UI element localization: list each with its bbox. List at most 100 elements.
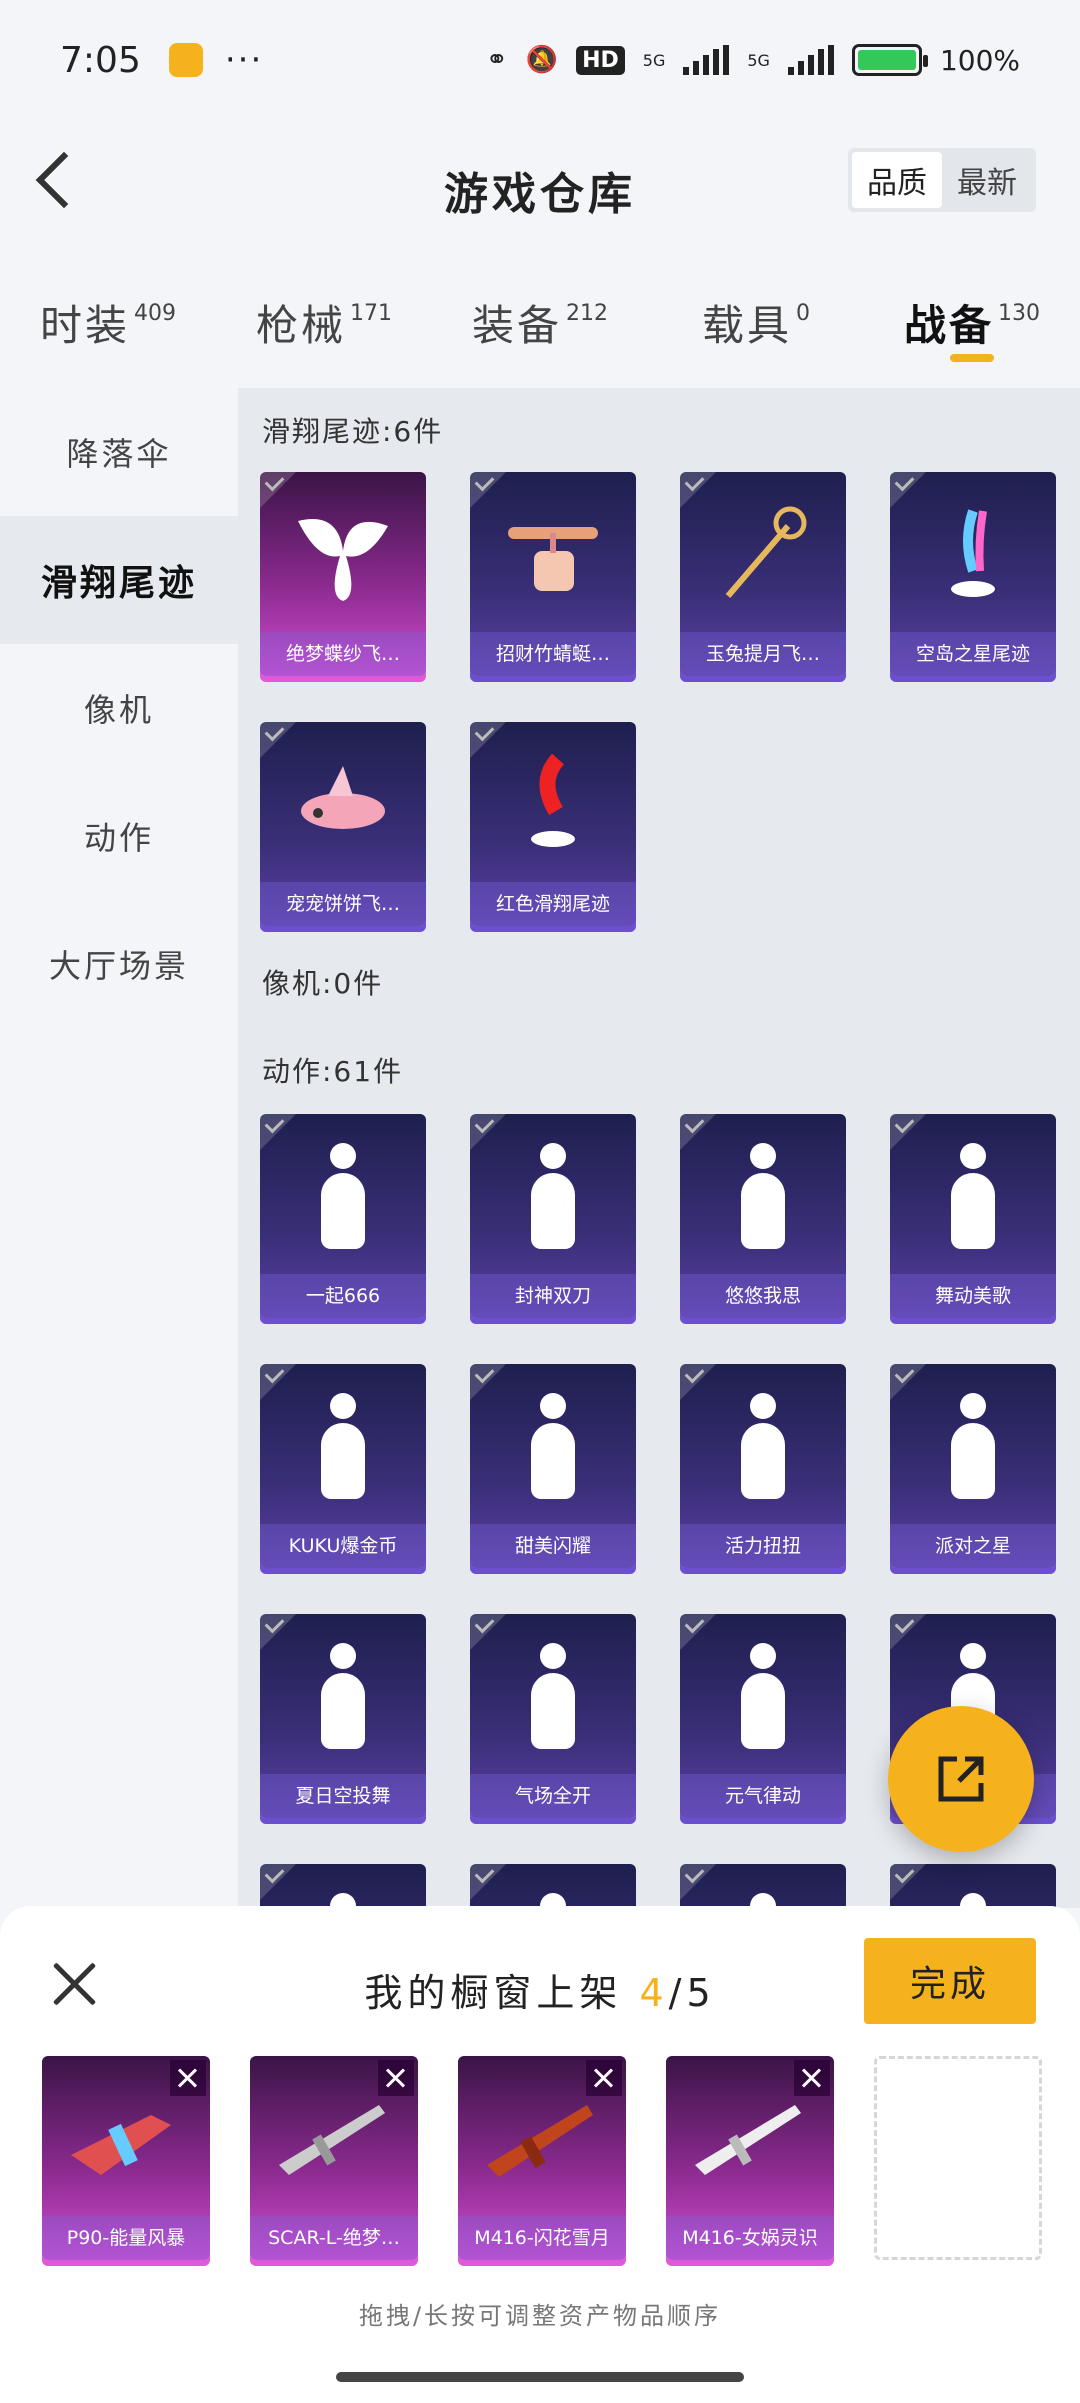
item-card[interactable]: 一起666	[260, 1114, 426, 1318]
home-indicator[interactable]	[336, 2372, 744, 2382]
item-name: 绝梦蝶纱飞…	[260, 632, 426, 676]
page-header: 游戏仓库 品质 最新	[0, 120, 1080, 240]
shelf-item[interactable]: P90-能量风暴	[42, 2056, 210, 2260]
hd-voice-icon: HD	[576, 45, 625, 75]
signal-icon-2	[787, 45, 834, 75]
item-card[interactable]: 空岛之星尾迹	[890, 472, 1056, 676]
item-card[interactable]: 悠悠我思	[680, 1114, 846, 1318]
item-card[interactable]: 玉兔提月飞…	[680, 472, 846, 676]
item-card[interactable]	[470, 1864, 636, 1908]
dancer-icon	[890, 1878, 1056, 1908]
sidebar-item-parachute[interactable]: 降落伞	[0, 388, 238, 516]
tab-guns[interactable]: 枪械 171	[216, 262, 432, 372]
item-list[interactable]: 滑翔尾迹:6件 绝梦蝶纱飞… 招财竹蜻蜓… 玉兔提月飞… 空岛之星尾迹 宠宠饼饼…	[238, 388, 1080, 1908]
tab-count: 409	[134, 301, 176, 326]
moon-staff-icon	[680, 486, 846, 626]
item-card[interactable]: KUKU爆金币	[260, 1364, 426, 1568]
dancer-icon	[260, 1128, 426, 1268]
battery-icon	[851, 44, 928, 76]
sidebar-item-actions[interactable]: 动作	[0, 772, 238, 900]
item-name: 活力扭扭	[680, 1524, 846, 1568]
item-card[interactable]: 活力扭扭	[680, 1364, 846, 1568]
sidebar-item-glide-trail[interactable]: 滑翔尾迹	[0, 516, 238, 644]
wings-icon	[260, 486, 426, 626]
remove-icon[interactable]	[794, 2060, 830, 2096]
sidebar-item-camera[interactable]: 像机	[0, 644, 238, 772]
item-card[interactable]: 宠宠饼饼飞…	[260, 722, 426, 926]
item-card[interactable]	[680, 1864, 846, 1908]
share-floating-button[interactable]	[888, 1706, 1034, 1852]
tab-equipment[interactable]: 装备 212	[432, 262, 648, 372]
item-name: 舞动美歌	[890, 1274, 1056, 1318]
dancer-icon	[470, 1628, 636, 1768]
sort-switch[interactable]: 品质 最新	[848, 148, 1036, 212]
remove-icon[interactable]	[586, 2060, 622, 2096]
sort-option-quality[interactable]: 品质	[852, 152, 942, 208]
showcase-total: /5	[668, 1971, 716, 2015]
notification-app-icon	[168, 43, 203, 77]
item-card[interactable]	[260, 1864, 426, 1908]
status-time: 7:05	[60, 39, 141, 81]
item-name: 玉兔提月飞…	[680, 632, 846, 676]
item-card[interactable]: 派对之星	[890, 1364, 1056, 1568]
item-name: 封神双刀	[470, 1274, 636, 1318]
sort-option-latest[interactable]: 最新	[942, 152, 1032, 208]
tab-battle-prep[interactable]: 战备 130	[864, 262, 1080, 372]
silent-icon: 🔕	[525, 45, 559, 75]
item-name: 元气律动	[680, 1774, 846, 1818]
showcase-title-text: 我的橱窗上架	[364, 1971, 640, 2015]
item-name: M416-闪花雪月	[458, 2216, 626, 2260]
item-card[interactable]: 甜美闪耀	[470, 1364, 636, 1568]
reorder-hint: 拖拽/长按可调整资产物品顺序	[358, 2302, 722, 2330]
tab-count: 0	[796, 301, 810, 326]
item-name: 红色滑翔尾迹	[470, 882, 636, 926]
tab-label: 装备	[471, 301, 562, 350]
empty-shelf-slot[interactable]	[874, 2056, 1042, 2260]
item-card[interactable]: 绝梦蝶纱飞…	[260, 472, 426, 676]
section-title-camera: 像机:0件	[262, 967, 384, 1000]
sidebar-item-lobby-scene[interactable]: 大厅场景	[0, 900, 238, 1028]
item-name: 夏日空投舞	[260, 1774, 426, 1818]
link-icon: ⚭	[485, 45, 508, 75]
item-name: P90-能量风暴	[42, 2216, 210, 2260]
tab-fashion[interactable]: 时装 409	[0, 262, 216, 372]
sidebar: 降落伞 滑翔尾迹 像机 动作 大厅场景	[0, 388, 238, 1908]
done-button[interactable]: 完成	[864, 1938, 1036, 2024]
tab-vehicles[interactable]: 载具 0	[648, 262, 864, 372]
tab-label: 战备	[903, 301, 994, 350]
dancer-icon	[470, 1378, 636, 1518]
item-name: M416-女娲灵识	[666, 2216, 834, 2260]
dancer-icon	[260, 1878, 426, 1908]
item-card[interactable]: 元气律动	[680, 1614, 846, 1818]
dancer-icon	[470, 1878, 636, 1908]
rainbow-trail-icon	[890, 486, 1056, 626]
item-card[interactable]: 夏日空投舞	[260, 1614, 426, 1818]
tab-count: 130	[998, 301, 1040, 326]
dancer-icon	[260, 1628, 426, 1768]
signal-label-1: 5G	[642, 50, 666, 70]
section-title-trails: 滑翔尾迹:6件	[262, 415, 444, 448]
tab-count: 171	[350, 301, 392, 326]
item-card[interactable]: 封神双刀	[470, 1114, 636, 1318]
item-card[interactable]: 舞动美歌	[890, 1114, 1056, 1318]
item-name: 甜美闪耀	[470, 1524, 636, 1568]
item-card[interactable]: 红色滑翔尾迹	[470, 722, 636, 926]
item-card[interactable]	[890, 1864, 1056, 1908]
dancer-icon	[470, 1128, 636, 1268]
plane-icon	[260, 736, 426, 876]
tab-label: 载具	[701, 301, 792, 350]
tab-count: 212	[566, 301, 608, 326]
item-card[interactable]: 招财竹蜻蜓…	[470, 472, 636, 676]
tab-label: 时装	[39, 301, 130, 350]
item-name: 宠宠饼饼飞…	[260, 882, 426, 926]
remove-icon[interactable]	[378, 2060, 414, 2096]
shelf-item[interactable]: SCAR-L-绝梦…	[250, 2056, 418, 2260]
item-card[interactable]: 气场全开	[470, 1614, 636, 1818]
showcase-shelf: P90-能量风暴 SCAR-L-绝梦… M416-闪花雪月 M416-女娲灵识	[42, 2056, 1042, 2260]
item-name: 悠悠我思	[680, 1274, 846, 1318]
shelf-item[interactable]: M416-闪花雪月	[458, 2056, 626, 2260]
item-name: 派对之星	[890, 1524, 1056, 1568]
remove-icon[interactable]	[170, 2060, 206, 2096]
shelf-item[interactable]: M416-女娲灵识	[666, 2056, 834, 2260]
battery-percent: 100%	[939, 43, 1020, 77]
